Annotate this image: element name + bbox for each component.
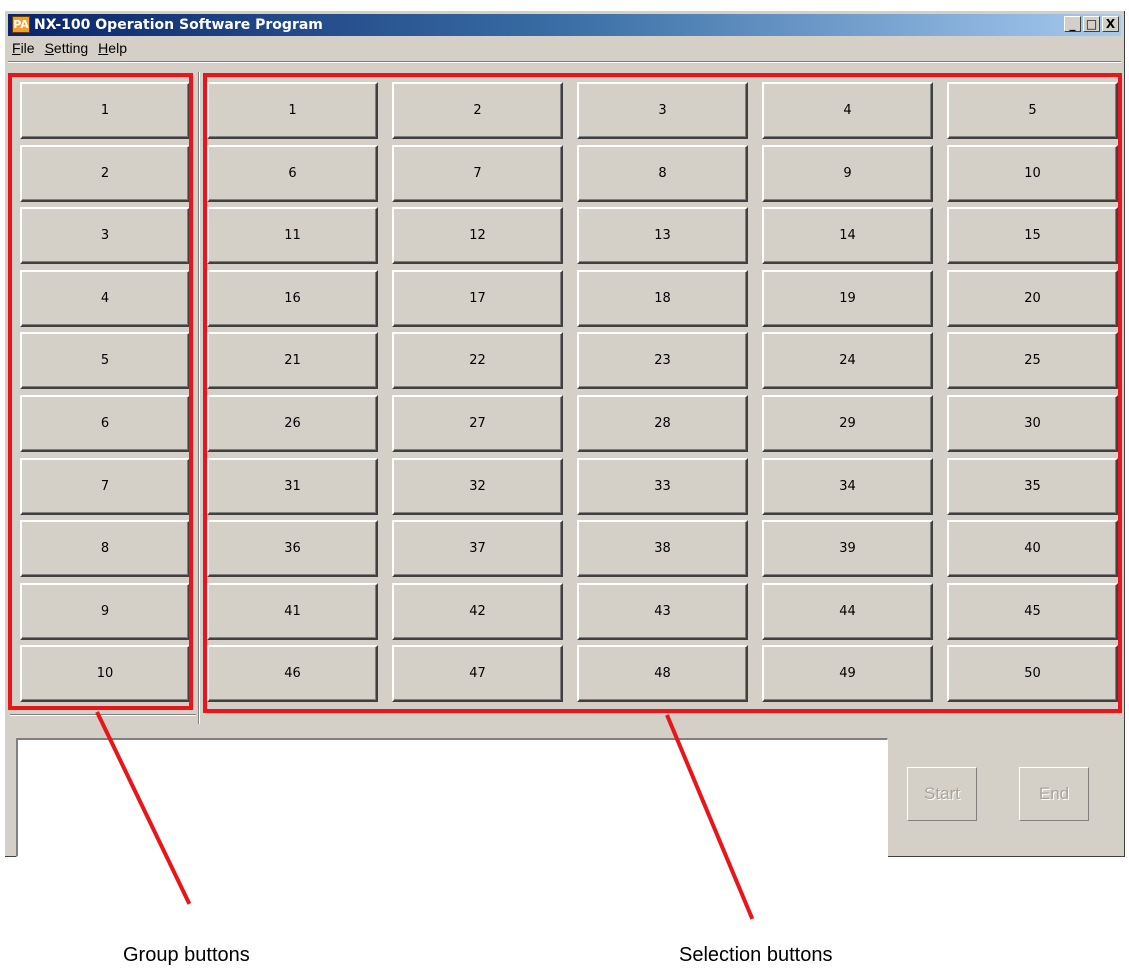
group-buttons-caption: Group buttons: [123, 944, 250, 966]
close-button[interactable]: X: [1102, 16, 1119, 32]
app-logo-icon: PA: [12, 16, 30, 33]
end-button[interactable]: End: [1019, 767, 1089, 821]
group-panel-divider: [10, 714, 196, 716]
menu-help[interactable]: Help: [94, 37, 133, 59]
selection-buttons-caption: Selection buttons: [679, 944, 833, 966]
menu-setting-accel: S: [44, 40, 54, 56]
message-display: [16, 738, 888, 857]
maximize-button[interactable]: □: [1083, 16, 1100, 32]
menu-file-accel: F: [12, 40, 21, 56]
title-bar[interactable]: PA NX-100 Operation Software Program _ □…: [8, 14, 1121, 36]
minimize-button[interactable]: _: [1064, 16, 1081, 32]
menu-setting[interactable]: Setting: [41, 37, 95, 59]
menu-bar: File Setting Help: [8, 37, 133, 59]
start-button[interactable]: Start: [907, 767, 977, 821]
selection-buttons-highlight: [203, 73, 1122, 713]
panel-splitter[interactable]: [198, 72, 200, 724]
menu-help-label: elp: [108, 40, 127, 56]
menu-divider: [8, 61, 1121, 63]
window-title: NX-100 Operation Software Program: [34, 17, 323, 33]
menu-file[interactable]: File: [8, 37, 41, 59]
group-buttons-highlight: [8, 73, 193, 710]
menu-setting-label: etting: [53, 40, 89, 56]
menu-help-accel: H: [98, 40, 109, 56]
menu-file-label: ile: [20, 40, 35, 56]
